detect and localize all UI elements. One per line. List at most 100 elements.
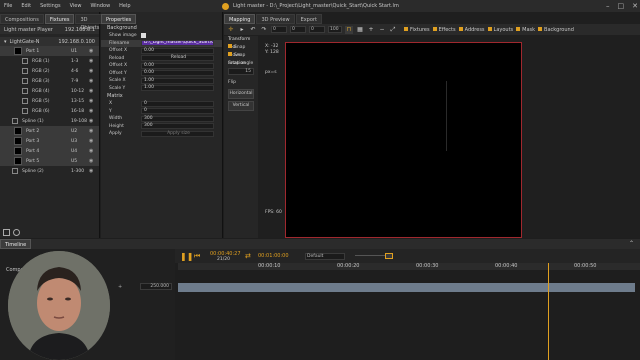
undo-icon[interactable]: ↶ [249,26,257,34]
tab-properties[interactable]: Properties [101,14,137,24]
menu-window[interactable]: Window [90,3,110,9]
background-checkbox[interactable] [538,26,543,31]
visibility-icon[interactable]: ◉ [89,158,95,164]
link-icon[interactable] [13,229,20,236]
tree-fixture-item[interactable]: RGB (5) 13-15 ◉ [0,96,99,106]
controller-row[interactable]: ▾ LightGate-N 192.168.0.100 [0,37,99,46]
tab-3d-preview[interactable]: 3D Preview [256,14,295,24]
move-tool-icon[interactable]: ✛ [227,26,235,34]
close-icon[interactable]: ✕ [632,2,638,10]
layer-add-icon[interactable]: + [118,284,122,290]
duration-time[interactable]: 00:01:00:00 [258,253,289,259]
timeline-ruler[interactable]: 00:00:10 00:00:20 00:00:30 00:00:40 00:0… [178,263,640,270]
zoom-in-icon[interactable]: + [367,26,375,34]
tree-port-item[interactable]: Port 1 U1 ◉ [0,46,99,56]
device-player[interactable]: Light master Player 192.168.0.1 [0,25,99,34]
minimize-icon[interactable]: – [606,2,610,10]
tree-fixture-item[interactable]: RGB (1) 1-3 ◉ [0,56,99,66]
visibility-icon[interactable]: ◉ [89,98,95,104]
menu-edit[interactable]: Edit [21,3,31,9]
preset-dropdown[interactable]: Default [305,253,345,260]
offset-x2-field[interactable]: 0.00 [141,62,214,69]
visibility-icon[interactable]: ◉ [89,48,95,54]
visibility-icon[interactable]: ◉ [89,128,95,134]
tree-fixture-item[interactable]: RGB (2) 4-6 ◉ [0,66,99,76]
tab-export[interactable]: Export [295,14,322,24]
visibility-icon[interactable]: ◉ [89,58,95,64]
mapping-canvas[interactable] [285,42,522,238]
menu-view[interactable]: View [70,3,82,9]
rewind-icon[interactable]: ⏮ [194,252,200,261]
redo-icon[interactable]: ↷ [260,26,268,34]
tab-timeline[interactable]: Timeline [0,239,32,249]
loop-icon[interactable]: ⇄ [245,252,251,260]
snap-rotation-checkbox[interactable] [228,52,232,56]
apply-size-button[interactable]: Apply size [141,130,214,137]
visibility-icon[interactable]: ◉ [89,68,95,74]
spline-icon [12,118,18,124]
menu-help[interactable]: Help [119,3,130,9]
magnet-icon[interactable]: ⊓ [345,25,353,34]
layouts-checkbox[interactable] [487,26,492,31]
pause-icon[interactable]: ❚❚ [180,252,193,261]
visibility-icon[interactable]: ◉ [89,168,95,174]
playhead[interactable] [548,263,549,360]
collapse-icon[interactable]: ⌃ [629,240,634,247]
tree-port-item[interactable]: Port 4 U4 ◉ [0,146,99,156]
show-image-checkbox[interactable] [141,33,146,39]
tree-port-item[interactable]: Port 5 U5 ◉ [0,156,99,166]
filename-field[interactable]: D:\_Light_master\Quick_Start\Quick Start… [141,40,214,47]
visibility-icon[interactable]: ◉ [89,148,95,154]
matrix-x-field[interactable]: 0 [141,100,214,107]
offset-x-field[interactable]: 0.00 [141,47,214,54]
height-field[interactable]: 300 [141,123,214,130]
timeline-clip[interactable] [178,283,635,292]
menu-settings[interactable]: Settings [40,3,61,9]
visibility-icon[interactable]: ◉ [89,88,95,94]
flip-horizontal-button[interactable]: Horizontal [228,89,254,99]
zoom-field[interactable]: 100 [328,26,342,33]
y-field[interactable]: 0 [290,26,306,33]
tree-fixture-item[interactable]: RGB (3) 7-9 ◉ [0,76,99,86]
tab-fixtures[interactable]: Fixtures [44,14,75,24]
fixture-line[interactable] [446,81,447,151]
tree-fixture-item[interactable]: Spline (2) 1-300 ◉ [0,166,99,176]
tab-mapping[interactable]: Mapping [224,14,256,24]
width-field[interactable]: 300 [141,115,214,122]
snap-angle-field[interactable]: 15 [228,68,254,75]
visibility-icon[interactable]: ◉ [89,108,95,114]
snap-move-checkbox[interactable] [228,44,232,48]
grid-icon[interactable]: ▦ [356,26,364,34]
visibility-icon[interactable]: ◉ [89,138,95,144]
tab-compositions[interactable]: Compositions [0,14,44,24]
tree-fixture-item[interactable]: RGB (4) 10-12 ◉ [0,86,99,96]
add-icon[interactable] [3,229,10,236]
tree-fixture-item[interactable]: Spline (1) 19-108 ◉ [0,116,99,126]
zoom-out-icon[interactable]: − [378,26,386,34]
expand-icon[interactable]: ▾ [4,39,7,45]
z-field[interactable]: 0 [309,26,325,33]
mask-checkbox[interactable] [516,26,521,31]
offset-y-field[interactable]: 0.00 [141,70,214,77]
scale-x-field[interactable]: 1.00 [141,77,214,84]
layer-value-field[interactable]: 250.000 [140,283,172,290]
scale-y-field[interactable]: 1.00 [141,85,214,92]
matrix-y-field[interactable]: 0 [141,108,214,115]
tree-port-item[interactable]: Port 3 U3 ◉ [0,136,99,146]
pointer-icon[interactable]: ▸ [238,26,246,34]
fit-icon[interactable]: ⤢ [389,26,397,34]
fixtures-checkbox[interactable] [404,26,408,31]
effects-checkbox[interactable] [432,26,437,31]
tree-port-item[interactable]: Port 2 U2 ◉ [0,126,99,136]
visibility-icon[interactable]: ◉ [89,118,95,124]
x-field[interactable]: 0 [271,26,287,33]
tree-fixture-item[interactable]: RGB (6) 16-18 ◉ [0,106,99,116]
flip-vertical-button[interactable]: Vertical [228,101,254,111]
reload-button[interactable]: Reload [141,55,214,62]
zoom-handle[interactable] [385,253,393,259]
menu-file[interactable]: File [4,3,12,9]
visibility-icon[interactable]: ◉ [89,78,95,84]
address-checkbox[interactable] [458,26,463,31]
maximize-icon[interactable]: □ [618,2,625,10]
zoom-slider[interactable] [355,255,385,256]
